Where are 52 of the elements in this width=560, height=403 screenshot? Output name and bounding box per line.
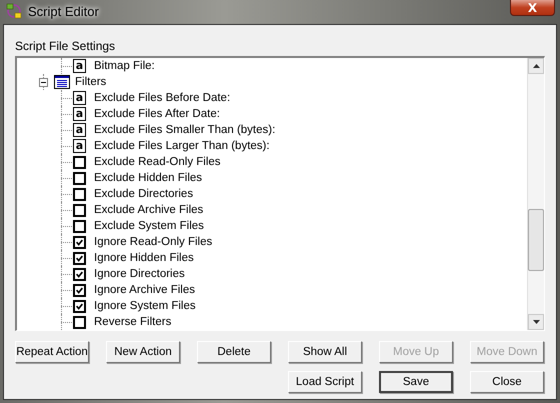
tree-item[interactable]: Exclude System Files [94,220,204,232]
up-arrow-icon [532,64,540,68]
scroll-up-button[interactable] [528,58,544,74]
tree-item[interactable]: Ignore System Files [94,300,196,312]
app-icon [6,3,22,19]
dialog-button[interactable]: Delete [197,341,271,363]
tree-item[interactable]: Exclude Files Before Date: [94,92,230,104]
tree-item[interactable]: Exclude Archive Files [94,204,204,216]
text-field-icon: a [73,59,86,73]
checkbox[interactable] [73,156,86,168]
tree-item[interactable]: Filters [75,76,106,88]
tree-item[interactable]: Exclude Files Larger Than (bytes): [94,140,270,152]
scroll-thumb[interactable] [528,209,544,271]
text-field-icon: a [73,107,86,121]
text-field-icon: a [73,123,86,137]
collapse-toggle[interactable] [39,78,48,86]
checkbox[interactable] [73,284,86,296]
tree-item[interactable]: Exclude Directories [94,188,194,200]
checkbox[interactable] [73,316,86,328]
tree-item[interactable]: Exclude Hidden Files [94,172,202,184]
dialog-button[interactable]: Load Script [288,371,362,393]
down-arrow-icon [532,320,540,324]
tree-item[interactable]: Bitmap File: [94,60,155,72]
window-title: Script Editor [28,4,99,18]
list-icon [54,75,70,89]
tree-item[interactable]: Exclude Files Smaller Than (bytes): [94,124,276,136]
text-field-icon: a [73,91,86,105]
checkbox[interactable] [73,252,86,264]
tree-item[interactable]: Ignore Archive Files [94,284,195,296]
scrollbar[interactable] [527,58,544,330]
checkbox[interactable] [73,300,86,312]
window-close-button[interactable]: X [510,0,555,16]
dialog-button[interactable]: Show All [288,341,362,363]
tree-item[interactable]: Reverse Filters [94,316,172,328]
checkbox[interactable] [73,236,86,248]
text-field-icon: a [73,139,86,153]
checkbox[interactable] [73,220,86,232]
checkbox[interactable] [73,172,86,184]
group-label: Script File Settings [15,39,116,55]
tree-item[interactable]: Exclude Read-Only Files [94,156,221,168]
checkbox[interactable] [73,268,86,280]
dialog-button[interactable]: Close [470,371,544,393]
checkbox[interactable] [73,204,86,216]
tree-item[interactable]: Ignore Hidden Files [94,252,194,264]
dialog-button[interactable]: New Action [106,341,180,363]
tree-item[interactable]: Exclude Files After Date: [94,108,220,120]
dialog-button[interactable]: Save [379,371,453,393]
dialog-button[interactable]: Repeat Action [15,341,89,363]
scroll-down-button[interactable] [528,314,544,330]
tree-item[interactable]: Ignore Directories [94,268,185,280]
checkbox[interactable] [73,188,86,200]
tree-item[interactable]: Ignore Read-Only Files [94,236,212,248]
